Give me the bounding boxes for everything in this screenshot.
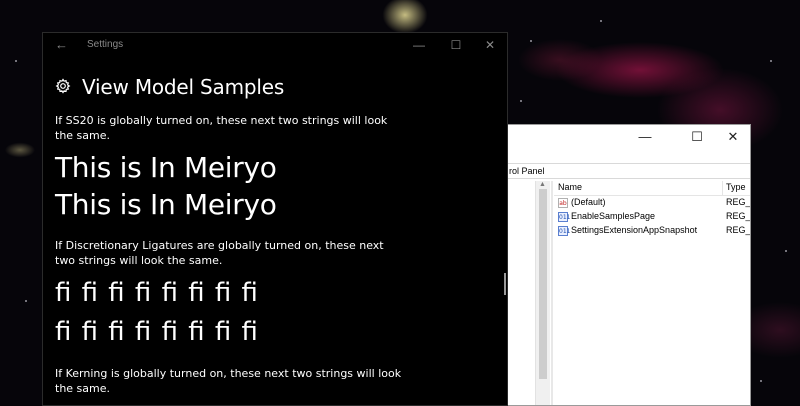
window-title: Settings — [87, 39, 124, 50]
maximize-button[interactable]: ☐ — [448, 37, 464, 53]
ligatures-description: If Discretionary Ligatures are globally … — [55, 239, 384, 267]
close-button[interactable]: ✕ — [482, 37, 498, 53]
dword-value-icon: 011 — [558, 212, 571, 222]
scrollbar-thumb[interactable] — [539, 189, 547, 379]
wallpaper-star — [760, 380, 762, 382]
pane-splitter[interactable] — [551, 181, 553, 405]
ligature-sample-2: ﬁ ﬁ ﬁ ﬁ ﬁ ﬁ ﬁ ﬁ — [55, 317, 258, 347]
page-scrollbar[interactable] — [504, 273, 506, 295]
value-type: REG_D — [726, 211, 751, 221]
list-item[interactable]: 011 SettingsExtensionAppSnapshot REG_B — [554, 224, 750, 238]
wallpaper-star — [600, 20, 602, 22]
meiryo-sample-2: This is In Meiryo — [55, 188, 277, 221]
minimize-button[interactable]: — — [411, 37, 427, 53]
meiryo-sample-1: This is In Meiryo — [55, 151, 277, 184]
settings-titlebar[interactable]: ← Settings — ☐ ✕ — [43, 33, 507, 57]
wallpaper-star — [520, 100, 522, 102]
gear-icon — [55, 78, 71, 94]
value-type: REG_B — [726, 225, 751, 235]
page-title: View Model Samples — [82, 75, 285, 99]
wallpaper-star — [785, 250, 787, 252]
column-header-type[interactable]: Type — [726, 182, 746, 192]
ligature-sample-1: ﬁ ﬁ ﬁ ﬁ ﬁ ﬁ ﬁ ﬁ — [55, 278, 258, 308]
registry-editor-window[interactable]: — ☐ ✕ rol Panel ▲ Name Type ab (Default)… — [506, 124, 751, 406]
column-separator[interactable] — [722, 181, 723, 195]
scroll-up-arrow-icon[interactable]: ▲ — [539, 181, 546, 188]
registry-titlebar[interactable]: — ☐ ✕ — [507, 125, 750, 149]
values-list[interactable]: Name Type ab (Default) REG_S 011 EnableS… — [554, 181, 750, 405]
back-arrow-icon[interactable]: ← — [55, 37, 68, 52]
settings-window[interactable]: ← Settings — ☐ ✕ View Model Samples If S… — [42, 32, 508, 406]
value-type: REG_S — [726, 197, 751, 207]
maximize-button[interactable]: ☐ — [689, 129, 705, 145]
wallpaper-star — [770, 60, 772, 62]
list-item[interactable]: 011 EnableSamplesPage REG_D — [554, 210, 750, 224]
dword-value-icon: 011 — [558, 226, 571, 236]
values-list-header: Name Type — [554, 181, 750, 196]
address-bar[interactable]: rol Panel — [507, 163, 750, 179]
column-header-name[interactable]: Name — [558, 182, 582, 192]
key-tree-pane[interactable] — [507, 181, 535, 405]
minimize-button[interactable]: — — [637, 129, 653, 145]
value-name: (Default) — [571, 197, 606, 207]
tree-scrollbar[interactable]: ▲ — [535, 181, 550, 405]
ss20-description: If SS20 is globally turned on, these nex… — [55, 114, 388, 142]
close-button[interactable]: ✕ — [725, 129, 741, 145]
wallpaper-star — [25, 300, 27, 302]
kerning-description: If Kerning is globally turned on, these … — [55, 367, 402, 395]
wallpaper-star — [15, 60, 17, 62]
string-value-icon: ab — [558, 198, 568, 208]
list-item[interactable]: ab (Default) REG_S — [554, 196, 750, 210]
value-name: EnableSamplesPage — [571, 211, 656, 221]
wallpaper-star — [530, 40, 532, 42]
value-name: SettingsExtensionAppSnapshot — [571, 225, 698, 235]
